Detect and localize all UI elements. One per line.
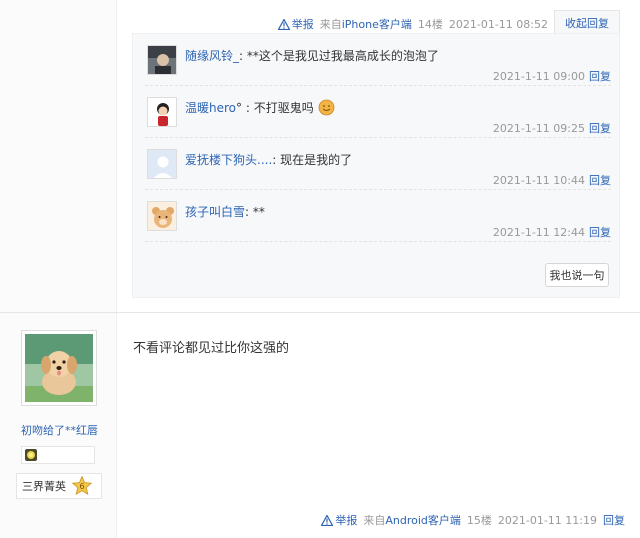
floor-number: 14楼	[417, 18, 443, 31]
post2-content: 不看评论都见过比你这强的	[133, 341, 290, 356]
member-gem-icon	[25, 449, 37, 461]
reply-username[interactable]: 随缘风铃_	[185, 49, 239, 63]
post-timestamp: 2021-01-11 11:19	[497, 513, 597, 527]
reply-button[interactable]: 回复	[589, 174, 611, 187]
post-divider	[0, 312, 640, 313]
report-link[interactable]: 举报	[321, 512, 357, 528]
reply-button[interactable]: 回复	[603, 512, 625, 528]
floor-number: 15楼	[466, 514, 492, 527]
reply-text: 随缘风铃_: **这个是我见过我最高成长的泡泡了	[185, 49, 439, 63]
post2-user-avatar[interactable]	[21, 330, 97, 406]
post1-author-column	[0, 0, 117, 312]
post2-meta: 举报 来自Android客户端 15楼 2021-01-11 11:19 回复	[321, 512, 625, 528]
collapse-replies-button[interactable]: 收起回复	[554, 10, 620, 34]
reply-username[interactable]: 孩子叫白雪	[185, 205, 245, 219]
default-avatar-icon	[148, 150, 176, 178]
reply-item: 孩子叫白雪: ** 2021-1-11 12:44 回复	[145, 190, 611, 242]
reply-item: 温暖hero° : 不打驱鬼吗 2021-1-11 09:25 回复	[145, 86, 611, 138]
puppy-photo-icon	[25, 334, 93, 402]
reply-text: 孩子叫白雪: **	[185, 205, 265, 219]
level-star-icon: 6	[72, 476, 92, 496]
user-avatar[interactable]	[147, 201, 177, 231]
member-badge-strip	[21, 446, 95, 464]
user-avatar[interactable]	[147, 45, 177, 75]
reply-button[interactable]: 回复	[589, 122, 611, 135]
cartoon-avatar-icon	[148, 98, 176, 126]
reply-meta: 2021-1-11 12:44 回复	[492, 226, 611, 239]
reply-button[interactable]: 回复	[589, 70, 611, 83]
post-timestamp: 2021-01-11 08:52	[448, 17, 548, 31]
reply-username[interactable]: 温暖hero	[185, 101, 236, 115]
reply-meta: 2021-1-11 10:44 回复	[492, 174, 611, 187]
reply-item: 爱抚楼下狗头....: 现在是我的了 2021-1-11 10:44 回复	[145, 138, 611, 190]
replies-panel: 随缘风铃_: **这个是我见过我最高成长的泡泡了 2021-1-11 09:00…	[132, 33, 620, 298]
client-link[interactable]: iPhone客户端	[342, 18, 412, 31]
reply-item: 随缘风铃_: **这个是我见过我最高成长的泡泡了 2021-1-11 09:00…	[145, 34, 611, 86]
reply-text: 爱抚楼下狗头....: 现在是我的了	[185, 153, 353, 167]
warning-icon	[321, 514, 334, 526]
rank-title: 三界菁英	[22, 480, 66, 493]
emoji-icon	[318, 99, 334, 116]
reply-meta: 2021-1-11 09:25 回复	[492, 122, 611, 135]
reply-username[interactable]: 爱抚楼下狗头....	[185, 153, 272, 167]
level-number: 6	[79, 482, 84, 491]
avatar-photo-icon	[148, 46, 176, 74]
client-source: 来自Android客户端	[363, 514, 461, 527]
user-avatar[interactable]	[147, 149, 177, 179]
add-comment-button[interactable]: 我也说一句	[545, 263, 609, 287]
client-source: 来自iPhone客户端	[319, 18, 412, 31]
bear-avatar-icon	[148, 202, 176, 230]
post1-meta: 举报 来自iPhone客户端 14楼 2021-01-11 08:52	[277, 16, 548, 32]
user-avatar[interactable]	[147, 97, 177, 127]
rank-badge[interactable]: 三界菁英 6	[16, 473, 102, 499]
reply-button[interactable]: 回复	[589, 226, 611, 239]
reply-meta: 2021-1-11 09:00 回复	[492, 70, 611, 83]
client-link[interactable]: Android客户端	[385, 514, 461, 527]
report-link[interactable]: 举报	[277, 16, 314, 32]
warning-icon	[277, 18, 290, 30]
reply-text: 温暖hero° : 不打驱鬼吗	[185, 99, 335, 116]
post2-username[interactable]: 初吻给了**红唇	[21, 422, 111, 438]
